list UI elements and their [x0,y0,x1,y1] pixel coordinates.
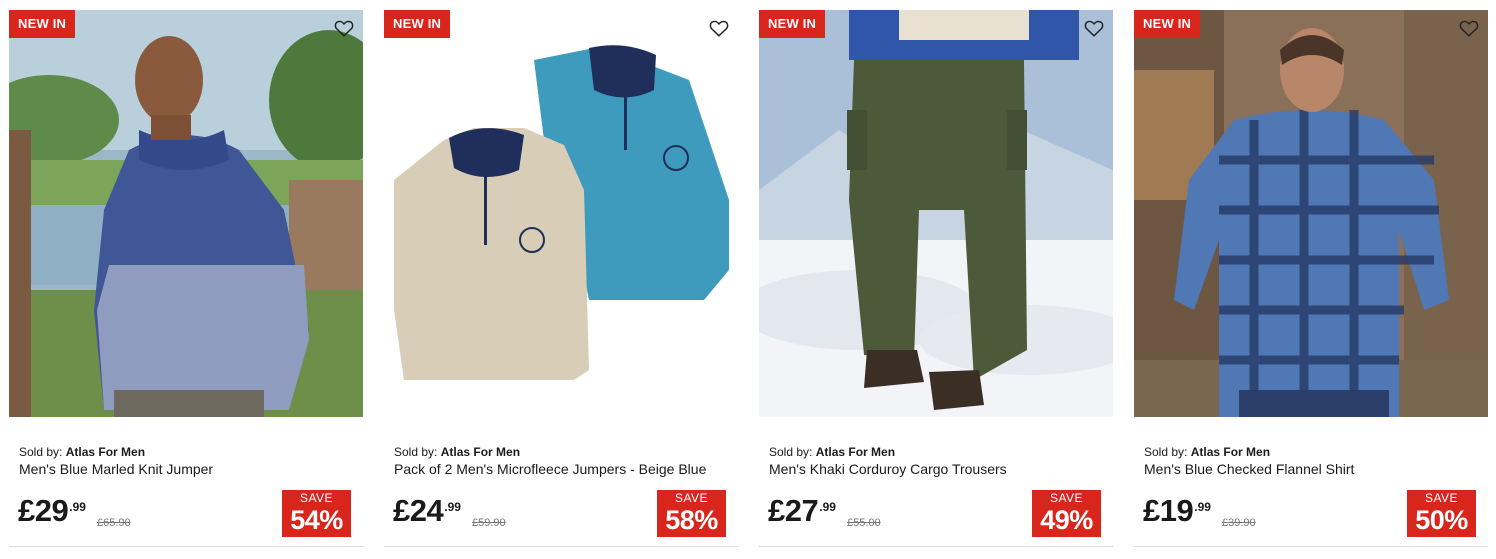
seller-name: Atlas For Men [815,445,896,459]
card-divider [759,546,1113,547]
was-price: £55.00 [847,517,881,529]
current-price: £24 .99 [393,494,461,528]
save-percent: 49% [1040,505,1093,535]
price-pounds: £19 [1143,493,1194,528]
current-price: £29 .99 [18,494,86,528]
new-in-badge: NEW IN [1134,10,1201,38]
card-divider [384,546,738,547]
product-title[interactable]: Men's Blue Checked Flannel Shirt [1144,461,1354,477]
was-price: £59.90 [472,517,506,529]
seller-prefix: Sold by: [769,445,813,459]
seller-prefix: Sold by: [394,445,438,459]
price-pence: .99 [444,500,461,514]
seller-name: Atlas For Men [1190,445,1271,459]
seller-name: Atlas For Men [65,445,146,459]
seller-line: Sold by: Atlas For Men [769,445,895,459]
save-badge: SAVE 58% [657,490,726,537]
save-label: SAVE [674,491,709,505]
seller-line: Sold by: Atlas For Men [1144,445,1270,459]
heart-outline-icon[interactable] [1458,17,1480,39]
seller-prefix: Sold by: [19,445,63,459]
product-image[interactable] [9,10,363,417]
card-divider [1134,546,1488,547]
price-pounds: £27 [768,493,819,528]
price-pence: .99 [69,500,86,514]
new-in-badge: NEW IN [9,10,76,38]
heart-outline-icon[interactable] [1083,17,1105,39]
seller-prefix: Sold by: [1144,445,1188,459]
save-badge: SAVE 54% [282,490,351,537]
price-pence: .99 [1194,500,1211,514]
current-price: £27 .99 [768,494,836,528]
product-card[interactable]: NEW IN Sold by: Atlas For Men Men's Khak… [759,0,1113,559]
save-label: SAVE [299,491,334,505]
product-card[interactable]: NEW IN Sold by: Atlas For Men Men's Blue… [9,0,363,559]
save-label: SAVE [1424,491,1459,505]
save-percent: 54% [290,505,343,535]
product-photo-microfleece [384,10,738,417]
product-image[interactable] [384,10,738,417]
product-photo-trousers [759,10,1113,417]
price-pounds: £24 [393,493,444,528]
save-badge: SAVE 49% [1032,490,1101,537]
save-label: SAVE [1049,491,1084,505]
save-badge: SAVE 50% [1407,490,1476,537]
product-image[interactable] [1134,10,1488,417]
heart-outline-icon[interactable] [333,17,355,39]
product-grid: NEW IN Sold by: Atlas For Men Men's Blue… [0,0,1496,559]
save-percent: 50% [1415,505,1468,535]
product-title[interactable]: Men's Blue Marled Knit Jumper [19,461,213,477]
seller-name: Atlas For Men [440,445,521,459]
seller-line: Sold by: Atlas For Men [394,445,520,459]
seller-line: Sold by: Atlas For Men [19,445,145,459]
product-card[interactable]: NEW IN Sold by: Atlas For Men Men's Blue… [1134,0,1488,559]
price-pence: .99 [819,500,836,514]
product-title[interactable]: Men's Khaki Corduroy Cargo Trousers [769,461,1007,477]
product-card[interactable]: NEW IN Sold by: Atlas For Men Pack of 2 … [384,0,738,559]
card-divider [9,546,363,547]
was-price: £65.90 [97,517,131,529]
product-image[interactable] [759,10,1113,417]
save-percent: 58% [665,505,718,535]
product-photo-jumper [9,10,363,417]
heart-outline-icon[interactable] [708,17,730,39]
current-price: £19 .99 [1143,494,1211,528]
product-photo-flannel-shirt [1134,10,1488,417]
was-price: £39.90 [1222,517,1256,529]
price-pounds: £29 [18,493,69,528]
new-in-badge: NEW IN [384,10,451,38]
product-title[interactable]: Pack of 2 Men's Microfleece Jumpers - Be… [394,461,706,477]
new-in-badge: NEW IN [759,10,826,38]
